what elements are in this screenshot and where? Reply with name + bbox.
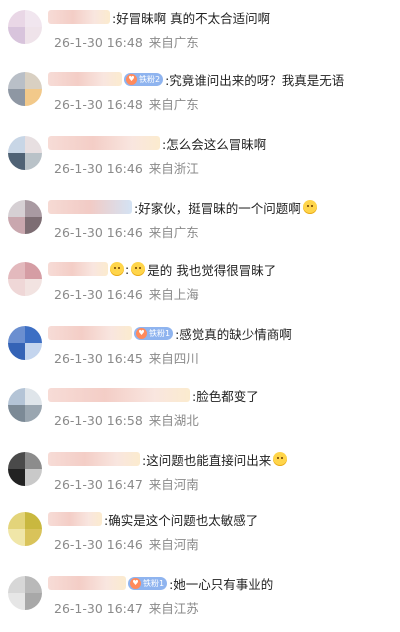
comment-date: 26-1-30 16:46 [54,537,143,552]
fan-badge-label: 铁粉1 [143,578,165,588]
heart-icon: ♥ [130,577,141,589]
comment-location: 来自浙江 [148,161,199,176]
comment-text: :这问题也能直接问出来 [142,452,272,468]
comment-item: ♥ 铁粉2 :究竟谁问出来的呀？我真是无语 26-1-30 16:48 来自广东 [0,68,400,128]
avatar[interactable] [8,452,42,486]
comment-text: :确实是这个问题也太敏感了 [104,512,259,528]
comment-date: 26-1-30 16:46 [54,225,143,240]
comment-location: 来自河南 [148,537,199,552]
avatar[interactable] [8,72,42,106]
comment-prefix: : [125,261,130,277]
comment-text: :怎么会这么冒昧啊 [162,136,267,152]
username-blurred[interactable] [48,136,160,150]
avatar[interactable] [8,262,42,296]
comment-text: :究竟谁问出来的呀？我真是无语 [165,72,345,88]
comment-text: :感觉真的缺少情商啊 [175,326,292,342]
username-blurred[interactable] [48,452,140,466]
comment-date: 26-1-30 16:46 [54,287,143,302]
comment-meta: 26-1-30 16:46 来自河南 [54,534,199,553]
username-blurred[interactable] [48,200,132,214]
comment-meta: 26-1-30 16:46 来自广东 [54,222,199,241]
fan-badge: ♥ 铁粉1 [134,326,174,340]
comment-location: 来自广东 [148,97,199,112]
avatar[interactable] [8,200,42,234]
heart-icon: ♥ [126,73,137,85]
username-blurred[interactable] [48,512,102,526]
comment-location: 来自江苏 [148,601,199,616]
comment-meta: 26-1-30 16:45 来自四川 [54,348,199,367]
comment-item: :脸色都变了 26-1-30 16:58 来自湖北 [0,384,400,444]
comment-location: 来自上海 [148,287,199,302]
comment-item: :好家伙，挺冒昧的一个问题啊 26-1-30 16:46 来自广东 [0,196,400,256]
comment-item: : 是的 我也觉得很冒昧了 26-1-30 16:46 来自上海 [0,258,400,318]
avatar[interactable] [8,326,42,360]
comment-text: :好家伙，挺冒昧的一个问题啊 [134,200,301,216]
avatar[interactable] [8,136,42,170]
comment-item: :这问题也能直接问出来 26-1-30 16:47 来自河南 [0,448,400,508]
emoji-icon [110,262,124,276]
comment-location: 来自湖北 [148,413,199,428]
username-blurred[interactable] [48,262,108,276]
fan-badge-label: 铁粉2 [139,74,161,84]
comment-meta: 26-1-30 16:48 来自广东 [54,32,199,51]
comment-date: 26-1-30 16:48 [54,35,143,50]
comment-item: ♥ 铁粉1 :感觉真的缺少情商啊 26-1-30 16:45 来自四川 [0,322,400,382]
comment-text: 是的 我也觉得很冒昧了 [147,262,277,278]
fan-badge: ♥ 铁粉1 [128,576,168,590]
comment-text: :她一心只有事业的 [169,576,274,592]
username-blurred[interactable] [48,576,126,590]
comment-location: 来自广东 [148,35,199,50]
comment-date: 26-1-30 16:48 [54,97,143,112]
comment-date: 26-1-30 16:45 [54,351,143,366]
username-blurred[interactable] [48,388,190,402]
heart-icon: ♥ [136,327,147,339]
comment-text: :脸色都变了 [192,388,259,404]
comment-item: ♥ 铁粉1 :她一心只有事业的 26-1-30 16:47 来自江苏 [0,572,400,632]
comment-meta: 26-1-30 16:47 来自河南 [54,474,199,493]
comment-location: 来自河南 [148,477,199,492]
comment-date: 26-1-30 16:46 [54,161,143,176]
comment-date: 26-1-30 16:47 [54,477,143,492]
comment-item: :确实是这个问题也太敏感了 26-1-30 16:46 来自河南 [0,508,400,568]
username-blurred[interactable] [48,10,110,24]
grimace-emoji-icon [131,262,146,276]
avatar[interactable] [8,10,42,44]
comment-item: :怎么会这么冒昧啊 26-1-30 16:46 来自浙江 [0,132,400,192]
comment-date: 26-1-30 16:47 [54,601,143,616]
fan-badge: ♥ 铁粉2 [124,72,164,86]
avatar[interactable] [8,512,42,546]
comment-meta: 26-1-30 16:46 来自浙江 [54,158,199,177]
comment-meta: 26-1-30 16:47 来自江苏 [54,598,199,617]
avatar[interactable] [8,388,42,422]
comment-item: :好冒昧啊 真的不太合适问啊 26-1-30 16:48 来自广东 [0,6,400,66]
avatar[interactable] [8,576,42,610]
comment-meta: 26-1-30 16:58 来自湖北 [54,410,199,429]
comment-location: 来自四川 [148,351,199,366]
comment-location: 来自广东 [148,225,199,240]
username-blurred[interactable] [48,72,122,86]
comment-meta: 26-1-30 16:46 来自上海 [54,284,199,303]
emoji-icon [273,452,288,466]
username-blurred[interactable] [48,326,132,340]
fan-badge-label: 铁粉1 [149,328,171,338]
comment-date: 26-1-30 16:58 [54,413,143,428]
emoji-icon [302,200,317,214]
comment-text: :好冒昧啊 真的不太合适问啊 [112,10,271,26]
comment-meta: 26-1-30 16:48 来自广东 [54,94,199,113]
